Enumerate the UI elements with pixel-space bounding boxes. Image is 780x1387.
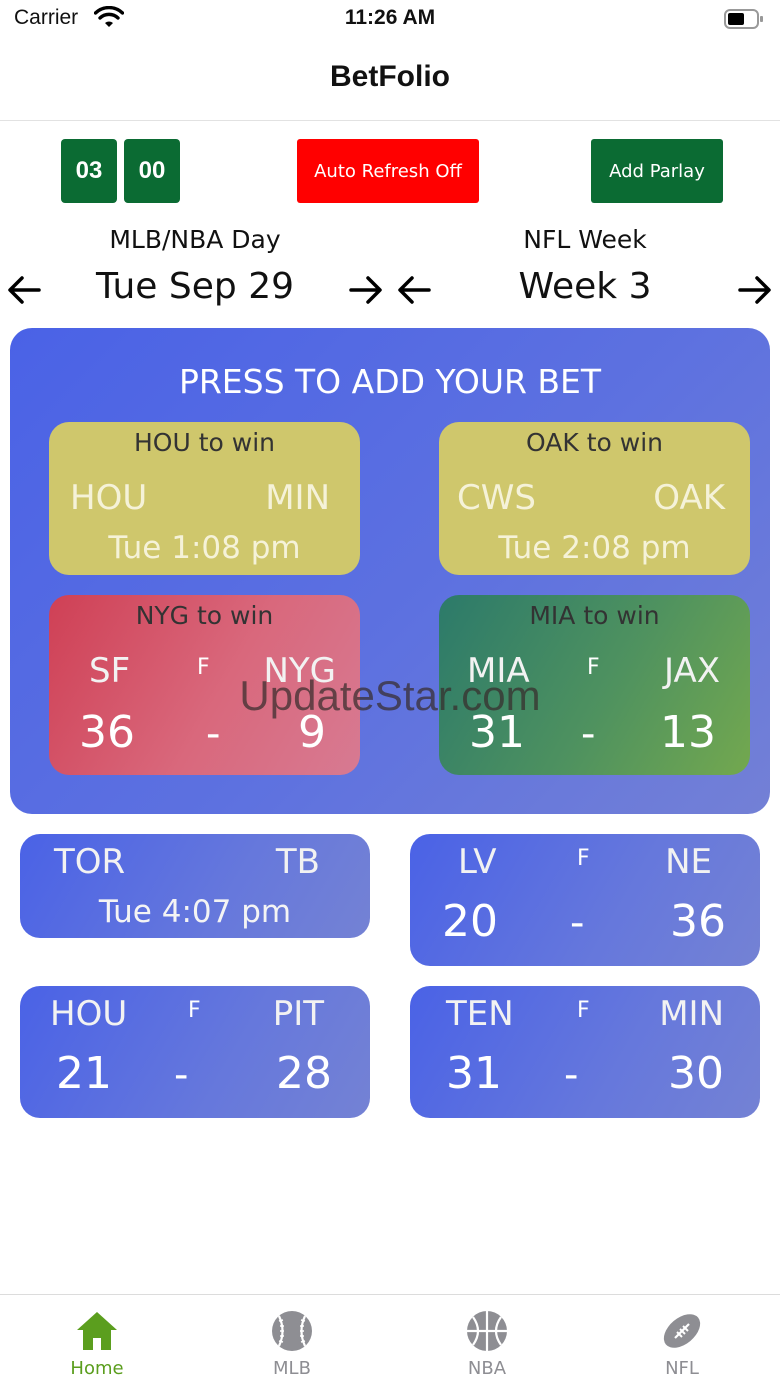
away-score: 20: [442, 896, 498, 947]
game-time: Tue 4:07 pm: [98, 894, 292, 930]
tab-bar-divider: [0, 1294, 780, 1295]
status-time: 11:26 AM: [344, 6, 436, 29]
week-prev-arrow-icon[interactable]: [396, 272, 432, 308]
bet-header: OAK to win: [526, 428, 663, 457]
home-score: 36: [670, 896, 726, 947]
week-next-arrow-icon[interactable]: [737, 272, 773, 308]
score-dash: -: [570, 900, 585, 946]
nfl-week-value: Week 3: [518, 266, 652, 307]
football-icon: [622, 1310, 742, 1352]
home-score: 30: [668, 1048, 724, 1099]
home-team: MIN: [659, 994, 724, 1034]
bet-card[interactable]: OAK to win CWS OAK Tue 2:08 pm: [439, 422, 750, 575]
timer-seconds[interactable]: 00: [124, 139, 180, 203]
final-status: F: [577, 998, 590, 1023]
away-team: CWS: [457, 478, 536, 518]
home-icon: [37, 1310, 157, 1352]
home-team: TB: [275, 842, 320, 882]
tab-nfl[interactable]: NFL: [622, 1310, 742, 1379]
day-prev-arrow-icon[interactable]: [6, 272, 42, 308]
bet-header: HOU to win: [133, 428, 275, 457]
final-status: F: [577, 846, 590, 871]
battery-icon: [724, 8, 763, 29]
bet-card[interactable]: HOU to win HOU MIN Tue 1:08 pm: [49, 422, 360, 575]
add-bet-prompt[interactable]: PRESS TO ADD YOUR BET: [10, 362, 770, 401]
final-status: F: [188, 998, 201, 1023]
bet-header: MIA to win: [529, 601, 660, 630]
game-card[interactable]: TEN F MIN 31 - 30: [410, 986, 760, 1118]
home-team: OAK: [653, 478, 725, 518]
day-next-arrow-icon[interactable]: [348, 272, 384, 308]
home-team: MIN: [265, 478, 330, 518]
tab-label: NBA: [467, 1358, 507, 1379]
tab-label: Home: [70, 1358, 124, 1379]
timer-minutes[interactable]: 03: [61, 139, 117, 203]
tab-nba[interactable]: NBA: [427, 1310, 547, 1379]
watermark: UpdateStar.com: [239, 672, 541, 719]
mlb-nba-day-value: Tue Sep 29: [95, 266, 295, 307]
game-time: Tue 2:08 pm: [498, 530, 691, 566]
home-team: PIT: [272, 994, 324, 1034]
home-team: NE: [665, 842, 712, 882]
away-score: 31: [446, 1048, 502, 1099]
score-dash: -: [564, 1052, 579, 1098]
baseball-icon: [232, 1310, 352, 1352]
add-parlay-button[interactable]: Add Parlay: [591, 139, 723, 203]
game-card[interactable]: HOU F PIT 21 - 28: [20, 986, 370, 1118]
tab-label: NFL: [665, 1358, 699, 1379]
score-dash: -: [174, 1052, 189, 1098]
away-score: 21: [56, 1048, 112, 1099]
nfl-week-label: NFL Week: [523, 225, 647, 254]
away-team: TEN: [446, 994, 514, 1034]
nav-divider: [0, 120, 780, 121]
basketball-icon: [427, 1310, 547, 1352]
tab-home[interactable]: Home: [37, 1310, 157, 1379]
mlb-nba-day-label: MLB/NBA Day: [109, 225, 281, 254]
bet-header: NYG to win: [135, 601, 274, 630]
tab-mlb[interactable]: MLB: [232, 1310, 352, 1379]
game-time: Tue 1:08 pm: [108, 530, 301, 566]
away-team: TOR: [54, 842, 126, 882]
auto-refresh-button[interactable]: Auto Refresh Off: [297, 139, 479, 203]
away-team: HOU: [50, 994, 128, 1034]
away-team: LV: [458, 842, 497, 882]
game-card[interactable]: LV F NE 20 - 36: [410, 834, 760, 966]
game-card[interactable]: TOR TB Tue 4:07 pm: [20, 834, 370, 938]
away-team: HOU: [70, 478, 148, 518]
tab-label: MLB: [273, 1358, 311, 1379]
page-title: BetFolio: [330, 60, 450, 93]
home-score: 28: [276, 1048, 332, 1099]
